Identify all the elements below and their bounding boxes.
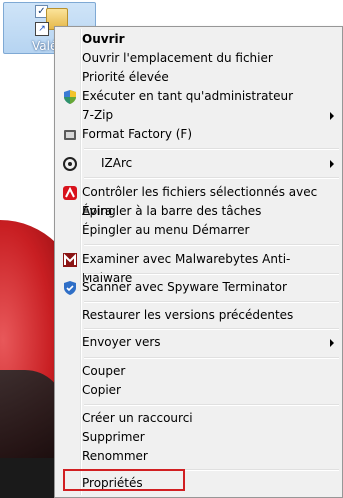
menu-item-label: Ouvrir l'emplacement du fichier (82, 51, 273, 65)
menu-item-izarc[interactable]: IZArc (57, 154, 340, 173)
menu-item-label: Ouvrir (82, 32, 125, 46)
menu-item-7zip[interactable]: 7-Zip (57, 106, 340, 125)
menu-item-format-factory[interactable]: Format Factory (F) (57, 125, 340, 144)
menu-separator (84, 301, 339, 303)
menu-item-label: Envoyer vers (82, 335, 161, 349)
submenu-arrow-icon (330, 112, 334, 120)
menu-item-send-to[interactable]: Envoyer vers (57, 333, 340, 352)
menu-item-run-as-admin[interactable]: Exécuter en tant qu'administrateur (57, 87, 340, 106)
menu-separator (84, 328, 339, 330)
menu-item-open-location[interactable]: Ouvrir l'emplacement du fichier (57, 49, 340, 68)
format-factory-icon (64, 130, 76, 140)
menu-item-pin-taskbar[interactable]: Épingler à la barre des tâches (57, 202, 340, 221)
menu-item-label: Épingler au menu Démarrer (82, 223, 250, 237)
shortcut-arrow-icon: ↗ (35, 22, 49, 36)
menu-item-label: Format Factory (F) (82, 127, 193, 141)
menu-item-label: Copier (82, 383, 121, 397)
spyware-terminator-shield-icon (64, 281, 76, 295)
menu-separator (84, 244, 339, 246)
submenu-arrow-icon (330, 339, 334, 347)
avira-icon (63, 186, 77, 200)
menu-item-spyware-terminator[interactable]: Scanner avec Spyware Terminator (57, 278, 340, 297)
menu-item-label: Couper (82, 364, 126, 378)
menu-item-label: Exécuter en tant qu'administrateur (82, 89, 294, 103)
menu-item-cut[interactable]: Couper (57, 362, 340, 381)
menu-item-label: Priorité élevée (82, 70, 169, 84)
context-menu: Ouvrir Ouvrir l'emplacement du fichier P… (54, 26, 343, 498)
malwarebytes-icon (63, 253, 77, 267)
menu-item-copy[interactable]: Copier (57, 381, 340, 400)
menu-item-label: Créer un raccourci (82, 411, 193, 425)
menu-item-malwarebytes[interactable]: Examiner avec Malwarebytes Anti-Malware (57, 250, 340, 285)
properties-highlight-box (63, 469, 185, 491)
menu-item-label: Supprimer (82, 430, 145, 444)
menu-item-open[interactable]: Ouvrir (57, 30, 340, 49)
menu-item-pin-start[interactable]: Épingler au menu Démarrer (57, 221, 340, 240)
menu-separator (84, 177, 339, 179)
submenu-arrow-icon (330, 160, 334, 168)
menu-separator (84, 404, 339, 406)
menu-item-delete[interactable]: Supprimer (57, 428, 340, 447)
menu-item-high-priority[interactable]: Priorité élevée (57, 68, 340, 87)
menu-item-label: 7-Zip (82, 108, 114, 122)
menu-separator (84, 273, 339, 275)
uac-shield-icon (64, 90, 76, 104)
menu-item-restore-versions[interactable]: Restaurer les versions précédentes (57, 306, 340, 325)
menu-item-label: Scanner avec Spyware Terminator (82, 280, 287, 294)
izarc-icon (63, 157, 77, 171)
menu-item-label: Renommer (82, 449, 148, 463)
menu-item-label: Restaurer les versions précédentes (82, 308, 294, 322)
menu-item-avira-scan[interactable]: Contrôler les fichiers sélectionnés avec… (57, 183, 340, 218)
menu-item-create-shortcut[interactable]: Créer un raccourci (57, 409, 340, 428)
menu-separator (84, 148, 339, 150)
menu-item-label: Épingler à la barre des tâches (82, 204, 262, 218)
menu-item-label: IZArc (101, 156, 133, 170)
menu-item-rename[interactable]: Renommer (57, 447, 340, 466)
menu-separator (84, 357, 339, 359)
